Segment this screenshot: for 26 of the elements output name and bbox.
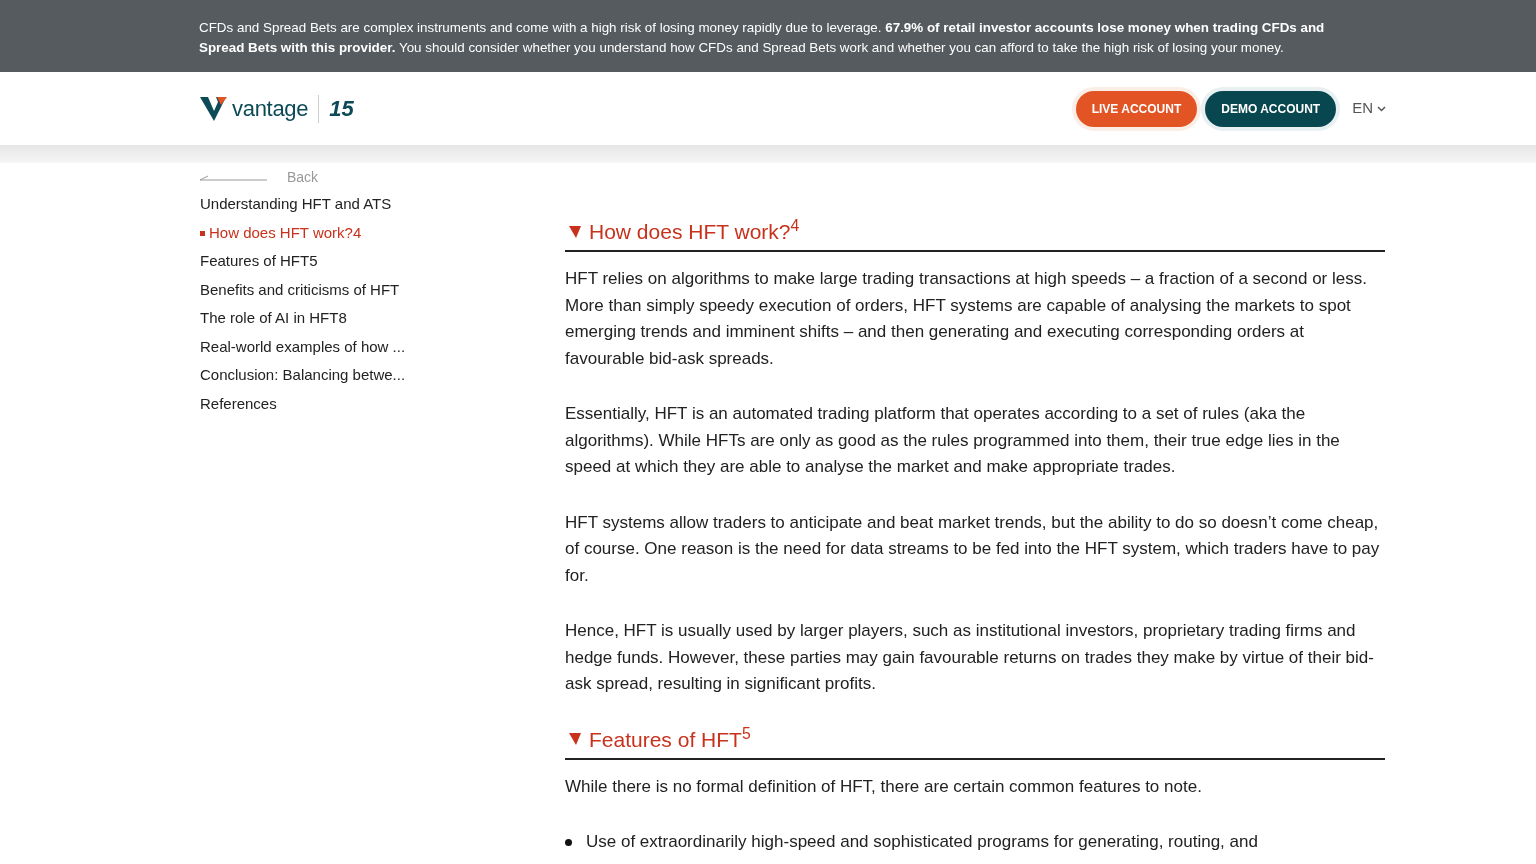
triangle-icon <box>569 225 581 238</box>
toc-link[interactable]: Features of HFT5 <box>200 247 565 276</box>
triangle-icon <box>569 733 581 746</box>
chevron-down-icon <box>1377 105 1386 112</box>
section-heading: How does HFT work?$^{4}$ <box>589 219 800 245</box>
paragraph: HFT systems allow traders to anticipate and beat market trends, but the ability to do so doesn’t come cheap, of course. One reason is the need for data streams to be fed into the HFT system, which traders have to pay for. <box>565 511 1381 587</box>
risk-warning: CFDs and Spread Bets are complex instruments and come with a high risk of losing money rapidly due to leverage. 67.9% of retail investor accounts lose money when trading CFDs and Spread Bets with this provider. You should consider whether you understand how CFDs and Spread Bets work and whether you can afford to take the high risk of losing your money. <box>199 19 1326 57</box>
section-heading: Features of HFT$^{5}$ <box>589 726 751 752</box>
arrow-icon <box>200 174 267 181</box>
toc-link[interactable]: Conclusion: Balancing betwe... <box>200 361 565 390</box>
paragraph: HFT relies on algorithms to make large trading transactions at high speeds – a fraction of a second or less. More than simply speedy execution of orders, HFT systems are capable of analysing the markets to spot emerging trends and imminent shifts – and then generating and executing corresponding orders at favourable bid-ask spreads. <box>565 268 1368 370</box>
logo-text: vantage <box>232 95 309 123</box>
anniversary-badge: 15 <box>318 94 354 123</box>
toc-link[interactable]: Understanding HFT and ATS <box>200 190 565 219</box>
toc-link[interactable]: How does HFT work?4 <box>200 218 565 247</box>
logo-mark-icon <box>200 96 228 121</box>
paragraph: Essentially, HFT is an automated trading platform that operates according to a set of rules (aka the algorithms). While HFTs are only as good as the rules programmed into them, their true edge lies in the speed at which they are able to analyse the market and make appropriate trades. <box>565 403 1341 479</box>
toc-link[interactable]: The role of AI in HFT8 <box>200 304 565 333</box>
language-selector[interactable]: EN <box>1352 97 1386 120</box>
paragraph: While there is no formal definition of HFT, there are certain common features to note. <box>565 775 1203 798</box>
toc-link[interactable]: Real-world examples of how ... <box>200 332 565 361</box>
paragraph: Hence, HFT is usually used by larger players, such as institutional investors, proprietary trading firms and hedge funds. However, these parties may gain favourable returns on trades they make by virtue of their bid-ask spread, resulting in significant profits. <box>565 620 1375 696</box>
toc-link[interactable]: Benefits and criticisms of HFT <box>200 275 565 304</box>
toc-link[interactable]: References <box>200 389 565 418</box>
bullet-dot-icon <box>565 838 572 846</box>
bullet-item: Use of extraordinarily high-speed and sophisticated programs for generating, routing, and <box>586 831 1258 854</box>
